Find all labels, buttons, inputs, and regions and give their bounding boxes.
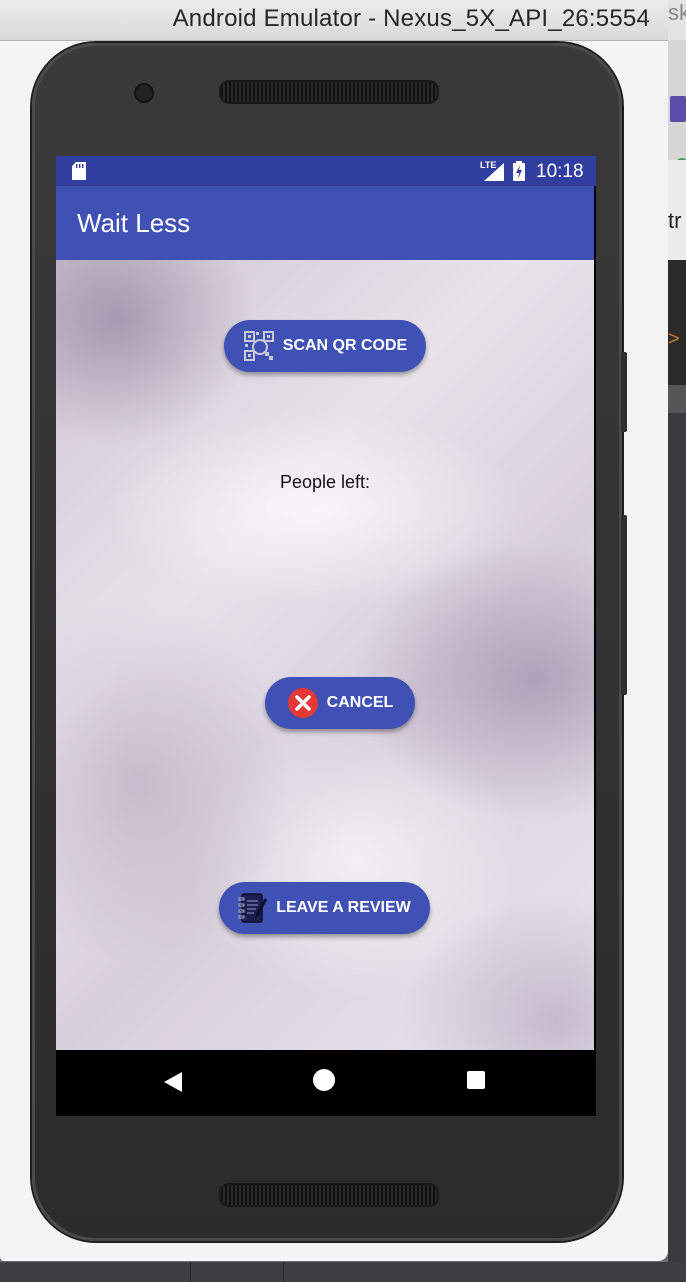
layout-icon[interactable] bbox=[670, 96, 686, 122]
phone-screen: LTE 10:18 Wait Less SCAN QR CODE People … bbox=[56, 156, 596, 1116]
power-button[interactable] bbox=[621, 352, 627, 432]
bottom-speaker-grille bbox=[219, 1183, 439, 1207]
window-titlebar: Android Emulator - Nexus_5X_API_26:5554 bbox=[0, 0, 668, 41]
app-title: Wait Less bbox=[77, 208, 191, 238]
ide-editor-tab[interactable]: tr bbox=[668, 160, 686, 261]
leave-review-label: LEAVE A REVIEW bbox=[276, 899, 411, 916]
volume-button[interactable] bbox=[621, 515, 627, 695]
cancel-x-icon bbox=[287, 688, 318, 718]
scan-qr-code-label: SCAN QR CODE bbox=[282, 337, 408, 354]
navigation-bar bbox=[56, 1050, 596, 1116]
battery-charging-icon bbox=[513, 161, 525, 181]
ide-editor-tab-text: tr bbox=[668, 208, 682, 233]
divider bbox=[283, 1262, 284, 1282]
home-circle-icon[interactable] bbox=[313, 1069, 335, 1091]
qr-code-icon bbox=[243, 331, 274, 361]
ide-side-panel: sk tr > bbox=[668, 0, 686, 1282]
ide-bottom-bar bbox=[0, 1262, 686, 1282]
people-left-label: People left: bbox=[279, 472, 371, 492]
recent-square-icon[interactable] bbox=[467, 1071, 485, 1089]
leave-review-button[interactable]: LEAVE A REVIEW bbox=[219, 882, 430, 934]
app-bar: Wait Less bbox=[56, 186, 594, 260]
cancel-label: CANCEL bbox=[326, 694, 394, 711]
signal-icon bbox=[484, 163, 504, 181]
window-title: Android Emulator - Nexus_5X_API_26:5554 bbox=[172, 5, 650, 32]
ide-tab-strip: sk bbox=[668, 0, 686, 40]
status-bar: LTE 10:18 bbox=[56, 156, 596, 186]
divider bbox=[190, 1262, 191, 1282]
notebook-pen-icon bbox=[238, 893, 268, 923]
ide-scroll-area bbox=[668, 385, 686, 413]
ide-tab-text: sk bbox=[668, 0, 686, 25]
scan-qr-code-button[interactable]: SCAN QR CODE bbox=[224, 320, 426, 372]
front-camera bbox=[134, 83, 154, 103]
back-triangle-icon[interactable] bbox=[164, 1072, 182, 1092]
sd-card-icon bbox=[72, 162, 86, 180]
ide-toolbar bbox=[668, 40, 686, 160]
main-content: SCAN QR CODE People left: CANCEL LEAVE A… bbox=[56, 260, 594, 1050]
top-speaker-grille bbox=[219, 80, 439, 104]
cancel-button[interactable]: CANCEL bbox=[265, 677, 415, 729]
status-clock: 10:18 bbox=[536, 161, 584, 182]
ide-code-text: > bbox=[668, 328, 680, 350]
